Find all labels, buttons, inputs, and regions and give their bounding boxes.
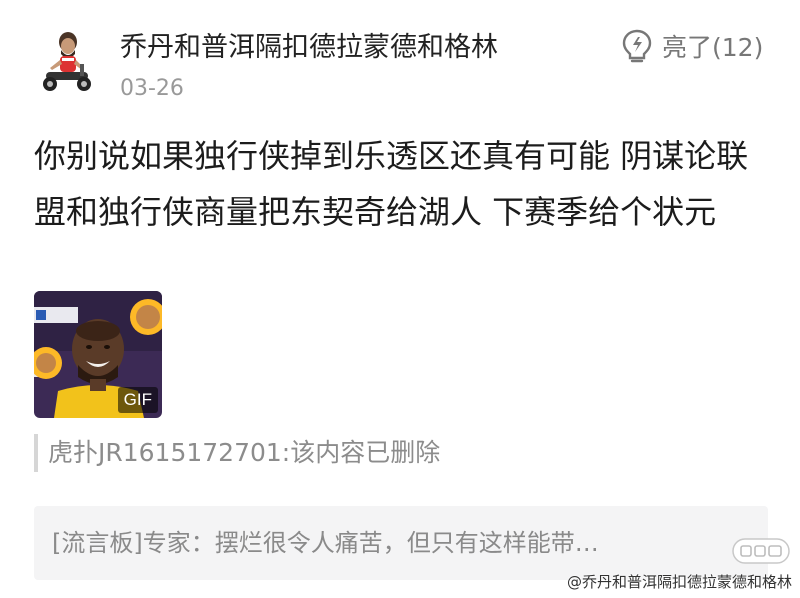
light-count: 亮了(12) [662, 33, 764, 62]
light-button[interactable]: 亮了(12) [622, 28, 763, 64]
username[interactable]: 乔丹和普洱隔扣德拉蒙德和格林 [120, 30, 498, 66]
gif-badge: GIF [117, 387, 158, 413]
gif-thumbnail[interactable]: GIF [34, 291, 162, 418]
avatar[interactable] [32, 28, 100, 96]
watermark: @乔丹和普洱隔扣德拉蒙德和格林 [566, 573, 792, 591]
post-text: 你别说如果独行侠掉到乐透区还真有可能 阴谋论联盟和独行侠商量把东契奇给湖人 下赛… [34, 137, 749, 231]
post-date: 03-26 [120, 76, 184, 101]
quoted-reply[interactable]: 虎扑JR1615172701:该内容已删除 [34, 434, 440, 472]
related-news-text: [流言板]专家：摆烂很令人痛苦，但只有这样能带… [52, 529, 599, 557]
avatar-image [43, 32, 91, 91]
lightbulb-icon [622, 29, 652, 63]
hupu-logo-icon [732, 538, 790, 564]
related-news-card[interactable]: [流言板]专家：摆烂很令人痛苦，但只有这样能带… [34, 506, 768, 580]
